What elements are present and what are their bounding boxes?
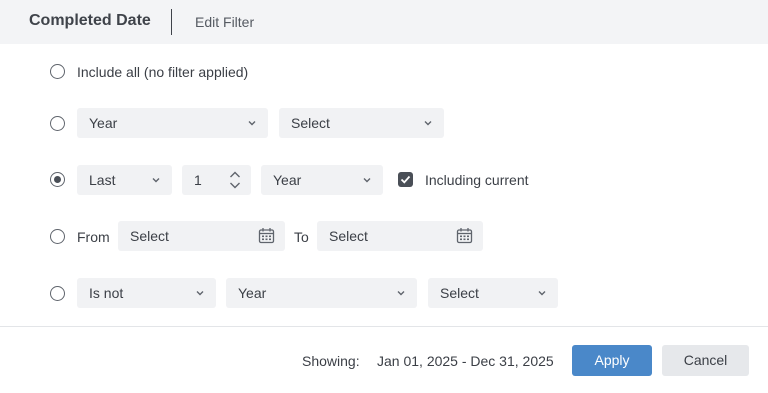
range-row-radio[interactable]: [50, 229, 65, 244]
is-not-operator-dropdown[interactable]: Is not: [77, 278, 216, 308]
showing-date-range: Jan 01, 2025 - Dec 31, 2025: [377, 353, 554, 369]
last-row-unit-dropdown[interactable]: Year: [261, 165, 383, 195]
filter-title: Completed Date: [29, 12, 151, 29]
is-not-value-text: Select: [440, 285, 479, 301]
last-row-radio[interactable]: [50, 172, 65, 187]
to-date-picker[interactable]: Select: [317, 221, 483, 251]
from-date-value: Select: [130, 228, 169, 244]
last-row-unit-value: Year: [273, 172, 302, 188]
from-date-picker[interactable]: Select: [118, 221, 285, 251]
include-all-radio[interactable]: [50, 64, 65, 79]
chevron-down-icon: [424, 121, 432, 126]
calendar-icon[interactable]: [258, 227, 275, 244]
include-all-label: Include all (no filter applied): [77, 64, 249, 80]
year-row-period-dropdown[interactable]: Year: [77, 108, 268, 138]
stepper-arrows-icon[interactable]: [229, 170, 241, 190]
chevron-down-icon: [538, 291, 546, 296]
last-row-count-value: 1: [194, 172, 202, 188]
including-current-checkbox[interactable]: [398, 172, 413, 187]
from-label: From: [77, 229, 110, 245]
to-date-value: Select: [329, 228, 368, 244]
year-row-period-value: Year: [89, 115, 118, 131]
last-row-count-stepper[interactable]: 1: [182, 165, 251, 195]
header-divider: [171, 9, 172, 35]
year-row-value-text: Select: [291, 115, 330, 131]
last-row-mode-dropdown[interactable]: Last: [77, 165, 172, 195]
last-row-mode-value: Last: [89, 172, 116, 188]
year-row-value-dropdown[interactable]: Select: [279, 108, 444, 138]
edit-filter-link[interactable]: Edit Filter: [195, 14, 254, 30]
showing-label: Showing:: [302, 353, 360, 369]
to-label: To: [294, 229, 309, 245]
footer-divider: [0, 326, 768, 327]
is-not-period-dropdown[interactable]: Year: [226, 278, 417, 308]
chevron-down-icon: [397, 291, 405, 296]
including-current-label: Including current: [425, 172, 529, 188]
filter-header: Completed Date Edit Filter: [0, 0, 768, 44]
calendar-icon[interactable]: [456, 227, 473, 244]
apply-button[interactable]: Apply: [572, 345, 652, 376]
chevron-down-icon: [248, 121, 256, 126]
chevron-down-icon: [363, 178, 371, 183]
is-not-row-radio[interactable]: [50, 286, 65, 301]
is-not-operator-value: Is not: [89, 285, 124, 301]
is-not-period-value: Year: [238, 285, 267, 301]
chevron-down-icon: [152, 178, 160, 183]
checkmark-icon: [400, 175, 411, 184]
is-not-value-dropdown[interactable]: Select: [428, 278, 558, 308]
chevron-down-icon: [196, 291, 204, 296]
cancel-button[interactable]: Cancel: [662, 345, 749, 376]
year-row-radio[interactable]: [50, 116, 65, 131]
